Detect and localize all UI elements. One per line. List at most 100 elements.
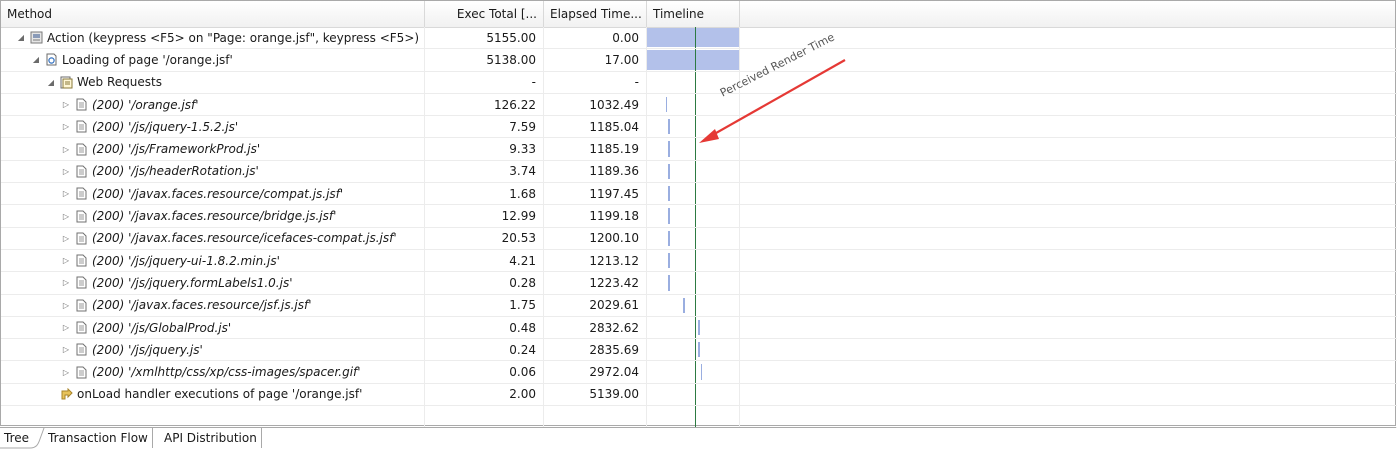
perceived-render-line <box>695 93 697 116</box>
document-icon <box>75 210 88 223</box>
expand-arrow-icon[interactable]: ▷ <box>60 145 72 154</box>
column-header-timeline[interactable]: Timeline <box>647 1 740 27</box>
exec-total-cell: 126.22 <box>425 93 544 117</box>
expand-arrow-icon[interactable]: ▷ <box>60 189 72 198</box>
timeline-cell <box>647 183 740 206</box>
document-icon <box>75 366 88 379</box>
document-icon <box>75 98 88 111</box>
row-label: (200) '/js/jquery.formLabels1.0.js' <box>92 275 293 290</box>
exec-total-cell: 0.24 <box>425 339 544 362</box>
column-header-method[interactable]: Method <box>1 1 425 27</box>
tab-tree[interactable]: Tree <box>0 428 48 448</box>
table-row[interactable]: ▷ (200) '/js/headerRotation.js' 3.74 1189.3… <box>1 160 1397 184</box>
elapsed-time-cell: 1200.10 <box>544 227 647 250</box>
table-row[interactable]: ◢ Web Requests - - <box>1 71 1397 94</box>
row-label: (200) '/js/jquery-ui-1.8.2.min.js' <box>92 253 280 268</box>
timeline-bar <box>698 319 700 336</box>
table-row[interactable]: ▷ (200) '/javax.faces.resource/compat.js.… <box>1 183 1397 206</box>
timeline-bar <box>668 230 670 246</box>
expand-arrow-icon[interactable]: ▷ <box>60 167 72 176</box>
bottom-tab-bar: Tree Transaction Flow API Distribution <box>0 427 1396 450</box>
elapsed-time-cell: 1197.45 <box>544 183 647 206</box>
table-row[interactable]: ▷ (200) '/javax.faces.resource/bridge.js.… <box>1 205 1397 228</box>
method-cell: ▷ (200) '/javax.faces.resource/compat.js.… <box>1 183 425 206</box>
empty-cell <box>740 317 1397 340</box>
timeline-cell <box>647 205 740 228</box>
document-icon <box>75 299 88 312</box>
elapsed-time-cell: 1223.42 <box>544 272 647 295</box>
expand-arrow-icon[interactable]: ▷ <box>60 323 72 332</box>
elapsed-time-cell: 1185.04 <box>544 116 647 139</box>
empty-cell <box>740 72 1397 94</box>
table-row[interactable]: ▷ (200) '/js/FrameworkProd.js' 9.33 1185.19 <box>1 138 1397 161</box>
collapse-arrow-icon[interactable]: ◢ <box>30 55 42 64</box>
timeline-bar <box>668 186 670 202</box>
perceived-render-line <box>695 71 697 93</box>
perceived-render-line <box>695 160 697 183</box>
column-header-elapsed-time[interactable]: Elapsed Time... <box>544 1 647 27</box>
empty-cell <box>740 361 1397 384</box>
expand-arrow-icon[interactable]: ▷ <box>60 345 72 354</box>
empty-cell <box>740 384 1397 407</box>
expand-arrow-icon[interactable]: ▷ <box>60 256 72 265</box>
expand-arrow-icon[interactable]: ▷ <box>60 278 72 287</box>
expand-arrow-icon[interactable]: ▷ <box>60 301 72 310</box>
collapse-arrow-icon[interactable]: ◢ <box>45 78 57 87</box>
empty-cell <box>740 339 1397 362</box>
collapse-arrow-icon[interactable]: ◢ <box>15 33 27 42</box>
timeline-cell <box>647 294 740 317</box>
method-cell: ▷ (200) '/js/headerRotation.js' <box>1 160 425 184</box>
timeline-bar <box>683 297 685 313</box>
perceived-render-line <box>695 249 697 272</box>
perceived-render-line <box>695 116 697 138</box>
expand-arrow-icon[interactable]: ▷ <box>60 100 72 109</box>
document-icon <box>75 143 88 156</box>
table-row[interactable]: ▷ (200) '/js/jquery-1.5.2.js' 7.59 1185.04 <box>1 116 1397 139</box>
row-label: (200) '/javax.faces.resource/compat.js.j… <box>92 186 344 201</box>
timeline-bar <box>700 364 703 380</box>
table-row[interactable]: ▷ (200) '/js/GlobalProd.js' 0.48 2832.62 <box>1 316 1397 340</box>
timeline-cell <box>647 116 740 139</box>
tab-transaction-flow[interactable]: Transaction Flow <box>44 428 153 448</box>
timeline-cell <box>647 249 740 273</box>
empty-cell <box>740 49 1397 72</box>
expand-arrow-icon[interactable]: ▷ <box>60 368 72 377</box>
timeline-cell <box>647 361 740 384</box>
row-label: (200) '/javax.faces.resource/jsf.js.jsf' <box>92 298 312 313</box>
table-row[interactable]: onLoad handler executions of page '/oran… <box>1 383 1397 407</box>
action-icon <box>30 31 43 44</box>
table-row[interactable]: ◢ Loading of page '/orange.jsf' 5138.00 17.… <box>1 49 1397 72</box>
tab-api-distribution[interactable]: API Distribution <box>160 428 262 448</box>
empty-cell <box>740 295 1397 317</box>
exec-total-cell: 0.06 <box>425 361 544 384</box>
table-row[interactable]: ▷ (200) '/js/jquery.js' 0.24 2835.69 <box>1 339 1397 362</box>
column-header-exec-total[interactable]: Exec Total [... <box>425 1 544 27</box>
table-row[interactable]: ▷ (200) '/javax.faces.resource/icefaces-c… <box>1 227 1397 250</box>
exec-total-cell: 12.99 <box>425 205 544 228</box>
table-row[interactable]: ▷ (200) '/js/jquery-ui-1.8.2.min.js' 4.21 1… <box>1 249 1397 273</box>
timeline-cell <box>647 383 740 407</box>
exec-total-cell: 5155.00 <box>425 27 544 50</box>
table-row[interactable]: ▷ (200) '/js/jquery.formLabels1.0.js' 0.28… <box>1 272 1397 295</box>
table-row[interactable]: ◢ Action (keypress <F5> on "Page: orange.… <box>1 27 1397 50</box>
timeline-cell <box>647 272 740 295</box>
elapsed-time-cell: 2835.69 <box>544 339 647 362</box>
perceived-render-line <box>695 339 697 361</box>
exec-total-cell: 1.75 <box>425 294 544 317</box>
timeline-bar <box>668 208 670 224</box>
table-row[interactable]: ▷ (200) '/orange.jsf' 126.22 1032.49 <box>1 93 1397 117</box>
table-row[interactable]: ▷ (200) '/javax.faces.resource/jsf.js.jsf… <box>1 294 1397 317</box>
perceived-render-line <box>695 27 697 49</box>
perceived-render-line <box>695 138 697 160</box>
document-icon <box>75 232 88 245</box>
elapsed-time-cell <box>544 406 647 429</box>
table-row[interactable]: ▷ (200) '/xmlhttp/css/xp/css-images/space… <box>1 361 1397 384</box>
perceived-render-line <box>695 316 697 339</box>
elapsed-time-cell: - <box>544 71 647 94</box>
expand-arrow-icon[interactable]: ▷ <box>60 234 72 243</box>
expand-arrow-icon[interactable]: ▷ <box>60 212 72 221</box>
timeline-cell <box>647 406 740 429</box>
elapsed-time-cell: 1213.12 <box>544 249 647 273</box>
method-cell: ▷ (200) '/javax.faces.resource/bridge.js.… <box>1 205 425 228</box>
expand-arrow-icon[interactable]: ▷ <box>60 122 72 131</box>
